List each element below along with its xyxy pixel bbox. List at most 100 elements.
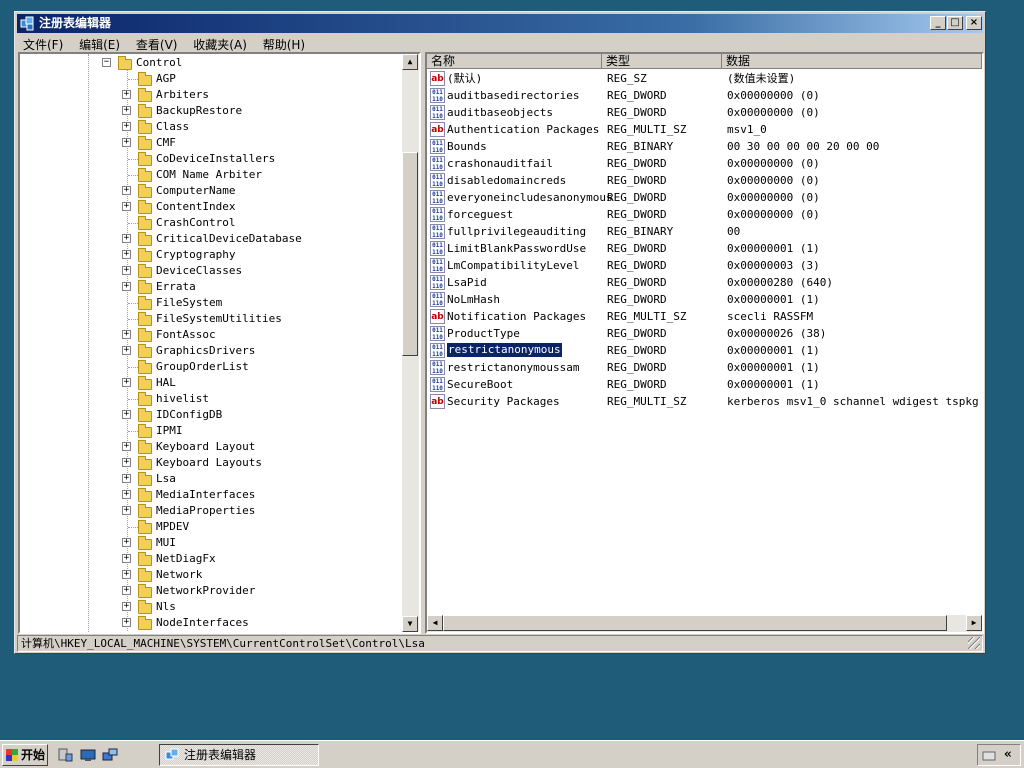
collapse-icon[interactable]: − xyxy=(102,58,111,67)
value-row[interactable]: 011 110 disabledomaincreds REG_DWORD 0x0000… xyxy=(427,172,982,189)
value-row[interactable]: ab Notification Packages REG_MULTI_SZ scecl… xyxy=(427,308,982,325)
tree-guide-line xyxy=(128,367,138,368)
value-row[interactable]: 011 110 auditbasedirectories REG_DWORD 0x00… xyxy=(427,87,982,104)
close-button[interactable]: × xyxy=(966,16,982,30)
expand-icon[interactable]: + xyxy=(122,330,131,339)
value-row[interactable]: 011 110 forceguest REG_DWORD 0x00000000 (0) xyxy=(427,206,982,223)
server-manager-icon[interactable] xyxy=(57,748,73,762)
expand-icon[interactable]: + xyxy=(122,106,131,115)
value-row[interactable]: 011 110 fullprivilegeauditing REG_BINARY 00 xyxy=(427,223,982,240)
column-type[interactable]: 类型 xyxy=(602,54,722,69)
key-tree[interactable]: − Control AGP + Arbiters + BackupRestore + Class… xyxy=(18,52,421,634)
scroll-down-arrow-icon[interactable]: ▼ xyxy=(402,616,418,632)
expand-icon[interactable]: + xyxy=(122,346,131,355)
windows-logo-icon xyxy=(6,749,18,761)
menu-view[interactable]: 查看(V) xyxy=(130,34,184,53)
value-row[interactable]: 011 110 auditbaseobjects REG_DWORD 0x000000… xyxy=(427,104,982,121)
value-row[interactable]: 011 110 LsaPid REG_DWORD 0x00000280 (640) xyxy=(427,274,982,291)
scroll-right-arrow-icon[interactable]: ▶ xyxy=(966,615,982,631)
folder-icon xyxy=(138,424,152,438)
scroll-up-arrow-icon[interactable]: ▲ xyxy=(402,54,418,70)
maximize-button[interactable]: □ xyxy=(947,16,963,30)
value-row[interactable]: ab (默认) REG_SZ (数值未设置) xyxy=(427,70,982,87)
expand-icon[interactable]: + xyxy=(122,202,131,211)
column-data[interactable]: 数据 xyxy=(722,54,982,69)
value-type: REG_SZ xyxy=(607,72,647,85)
remote-desktop-icon[interactable] xyxy=(102,748,118,762)
expand-icon[interactable]: + xyxy=(122,250,131,259)
value-name: auditbaseobjects xyxy=(447,106,553,119)
tree-vertical-scrollbar[interactable]: ▲ ▼ xyxy=(402,54,419,632)
value-row[interactable]: 011 110 LimitBlankPasswordUse REG_DWORD 0x0… xyxy=(427,240,982,257)
show-desktop-icon[interactable] xyxy=(80,748,96,762)
expand-icon[interactable]: + xyxy=(122,138,131,147)
tree-node-label: ComputerName xyxy=(156,184,236,197)
expand-icon[interactable]: + xyxy=(122,586,131,595)
expand-icon[interactable]: + xyxy=(122,554,131,563)
scroll-left-arrow-icon[interactable]: ◀ xyxy=(427,615,443,631)
expand-icon[interactable]: + xyxy=(122,186,131,195)
resize-grip-icon[interactable] xyxy=(968,637,980,649)
value-row[interactable]: 011 110 NoLmHash REG_DWORD 0x00000001 (1) xyxy=(427,291,982,308)
list-horizontal-scrollbar[interactable]: ◀ ▶ xyxy=(427,615,982,632)
menu-help[interactable]: 帮助(H) xyxy=(257,34,311,53)
value-row[interactable]: 011 110 SecureBoot REG_DWORD 0x00000001 (1) xyxy=(427,376,982,393)
expand-icon[interactable]: + xyxy=(122,458,131,467)
expand-icon[interactable]: + xyxy=(122,282,131,291)
value-row[interactable]: ab Security Packages REG_MULTI_SZ kerberos … xyxy=(427,393,982,410)
expand-icon[interactable]: + xyxy=(122,266,131,275)
tray-expand-icon[interactable]: « xyxy=(1004,747,1012,762)
value-name: ProductType xyxy=(447,327,520,340)
value-data: 0x00000000 (0) xyxy=(727,191,820,204)
expand-icon[interactable]: + xyxy=(122,90,131,99)
expand-icon[interactable]: + xyxy=(122,122,131,131)
folder-icon xyxy=(138,360,152,374)
tree-node-label: Arbiters xyxy=(156,88,209,101)
value-row[interactable]: 011 110 Bounds REG_BINARY 00 30 00 00 00 20… xyxy=(427,138,982,155)
value-row[interactable]: ab Authentication Packages REG_MULTI_SZ msv… xyxy=(427,121,982,138)
value-data: 0x00000001 (1) xyxy=(727,344,820,357)
expand-icon[interactable]: + xyxy=(122,410,131,419)
expand-icon[interactable]: + xyxy=(122,442,131,451)
value-data: 0x00000003 (3) xyxy=(727,259,820,272)
value-list[interactable]: 名称 类型 数据 ab (默认) REG_SZ (数值未设置) 011 110 audit… xyxy=(425,52,984,634)
expand-icon[interactable]: + xyxy=(122,618,131,627)
expand-icon[interactable]: + xyxy=(122,474,131,483)
expand-icon[interactable]: + xyxy=(122,378,131,387)
value-row[interactable]: 011 110 ProductType REG_DWORD 0x00000026 (3… xyxy=(427,325,982,342)
expand-icon[interactable]: + xyxy=(122,506,131,515)
folder-icon xyxy=(138,584,152,598)
expand-icon[interactable]: + xyxy=(122,602,131,611)
tree-node-label: DeviceClasses xyxy=(156,264,243,277)
taskbar-regedit-button[interactable]: 注册表编辑器 xyxy=(159,744,319,766)
tree-guide-line xyxy=(128,399,138,400)
value-name: crashonauditfail xyxy=(447,157,553,170)
tree-node-label: HAL xyxy=(156,376,176,389)
expand-icon[interactable]: + xyxy=(122,538,131,547)
value-row[interactable]: 011 110 LmCompatibilityLevel REG_DWORD 0x00… xyxy=(427,257,982,274)
column-name[interactable]: 名称 xyxy=(427,54,602,69)
value-row[interactable]: 011 110 crashonauditfail REG_DWORD 0x000000… xyxy=(427,155,982,172)
value-row[interactable]: 011 110 restrictanonymous REG_DWORD 0x00000… xyxy=(427,342,982,359)
expand-icon[interactable]: + xyxy=(122,490,131,499)
value-row[interactable]: 011 110 everyoneincludesanonymous REG_DWOR… xyxy=(427,189,982,206)
menu-favorites[interactable]: 收藏夹(A) xyxy=(187,34,253,53)
keyboard-tray-icon[interactable] xyxy=(982,749,996,761)
expand-icon[interactable]: + xyxy=(122,234,131,243)
minimize-button[interactable]: _ xyxy=(930,16,946,30)
value-type: REG_DWORD xyxy=(607,344,667,357)
list-header: 名称 类型 数据 xyxy=(427,54,982,69)
start-button[interactable]: 开始 xyxy=(2,744,48,766)
value-name: everyoneincludesanonymous xyxy=(447,191,613,204)
tree-scroll-thumb[interactable] xyxy=(402,152,418,356)
system-tray: « xyxy=(977,744,1021,766)
menu-edit[interactable]: 编辑(E) xyxy=(73,34,126,53)
title-bar[interactable]: 注册表编辑器 _ □ × xyxy=(17,14,983,33)
tree-node-label: CrashControl xyxy=(156,216,236,229)
value-row[interactable]: 011 110 restrictanonymoussam REG_DWORD 0x00… xyxy=(427,359,982,376)
list-scroll-thumb[interactable] xyxy=(443,615,947,631)
tree-node-label: FileSystemUtilities xyxy=(156,312,282,325)
menu-file[interactable]: 文件(F) xyxy=(17,34,69,53)
expand-icon[interactable]: + xyxy=(122,570,131,579)
tree-node-label: Network xyxy=(156,568,203,581)
